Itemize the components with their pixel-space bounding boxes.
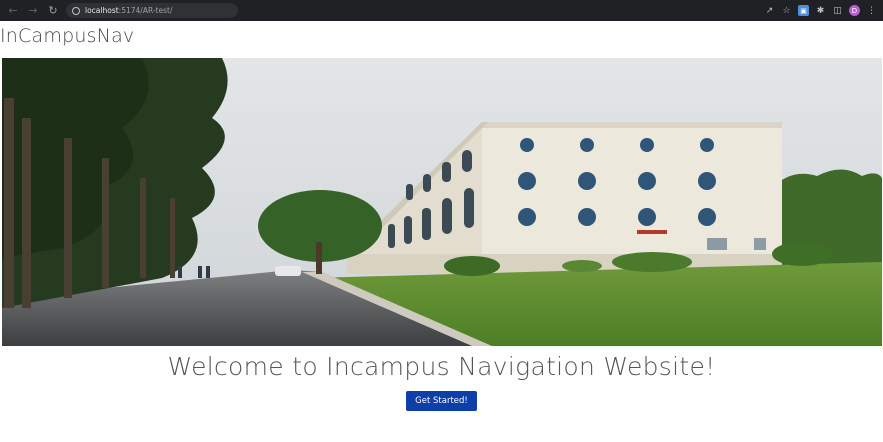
- bookmark-star-icon[interactable]: ☆: [781, 5, 792, 16]
- welcome-heading: Welcome to Incampus Navigation Website!: [167, 352, 716, 381]
- url-text[interactable]: localhost:5174/AR-test/: [85, 6, 173, 15]
- extension-icon[interactable]: ▣: [798, 5, 809, 16]
- arrow-left-icon[interactable]: ←: [6, 4, 20, 18]
- puzzle-icon[interactable]: ✱: [815, 5, 826, 16]
- get-started-button[interactable]: Get Started!: [406, 391, 477, 411]
- browser-toolbar: ← → ↻ localhost:5174/AR-test/ ↗ ☆ ▣ ✱ ◫ …: [0, 0, 883, 21]
- brand-logo[interactable]: InCampusNav: [0, 25, 134, 51]
- address-bar[interactable]: localhost:5174/AR-test/: [66, 3, 238, 18]
- kebab-menu-icon[interactable]: ⋮: [866, 5, 877, 16]
- reload-icon[interactable]: ↻: [46, 4, 60, 18]
- info-icon[interactable]: [72, 6, 80, 15]
- arrow-right-icon[interactable]: →: [26, 4, 40, 18]
- share-icon[interactable]: ↗: [764, 5, 775, 16]
- cta-container: Get Started!: [0, 391, 883, 411]
- profile-avatar[interactable]: D: [849, 5, 860, 16]
- hero-image: [2, 58, 882, 346]
- side-panel-icon[interactable]: ◫: [832, 5, 843, 16]
